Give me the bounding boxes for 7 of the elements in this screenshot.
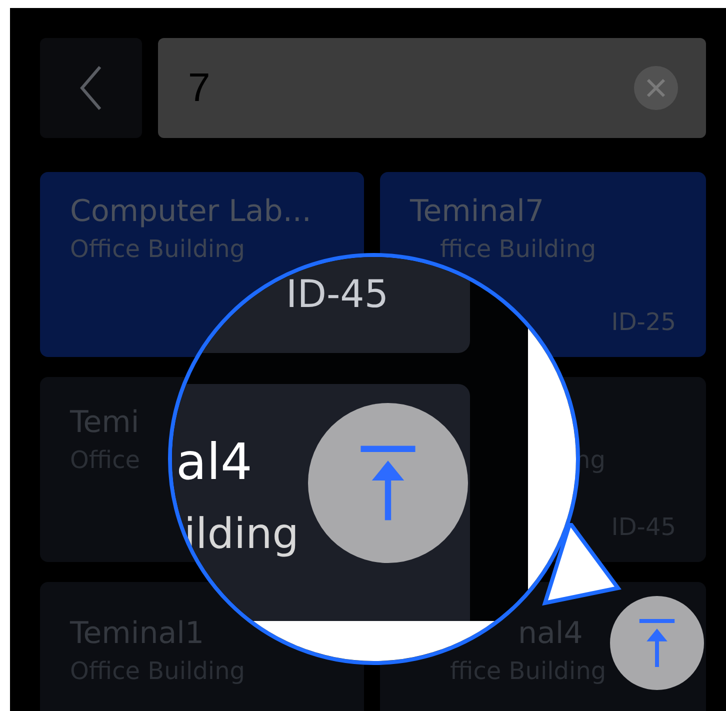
card-title: Teminal7	[410, 193, 544, 231]
card-title: al4	[176, 432, 252, 492]
search-field[interactable]: 7	[158, 38, 706, 138]
card-subtitle: ilding	[184, 508, 299, 560]
arrow-up-to-line-icon	[637, 617, 677, 669]
card-title: Computer Lab...	[70, 193, 312, 231]
clear-icon[interactable]	[634, 66, 678, 110]
